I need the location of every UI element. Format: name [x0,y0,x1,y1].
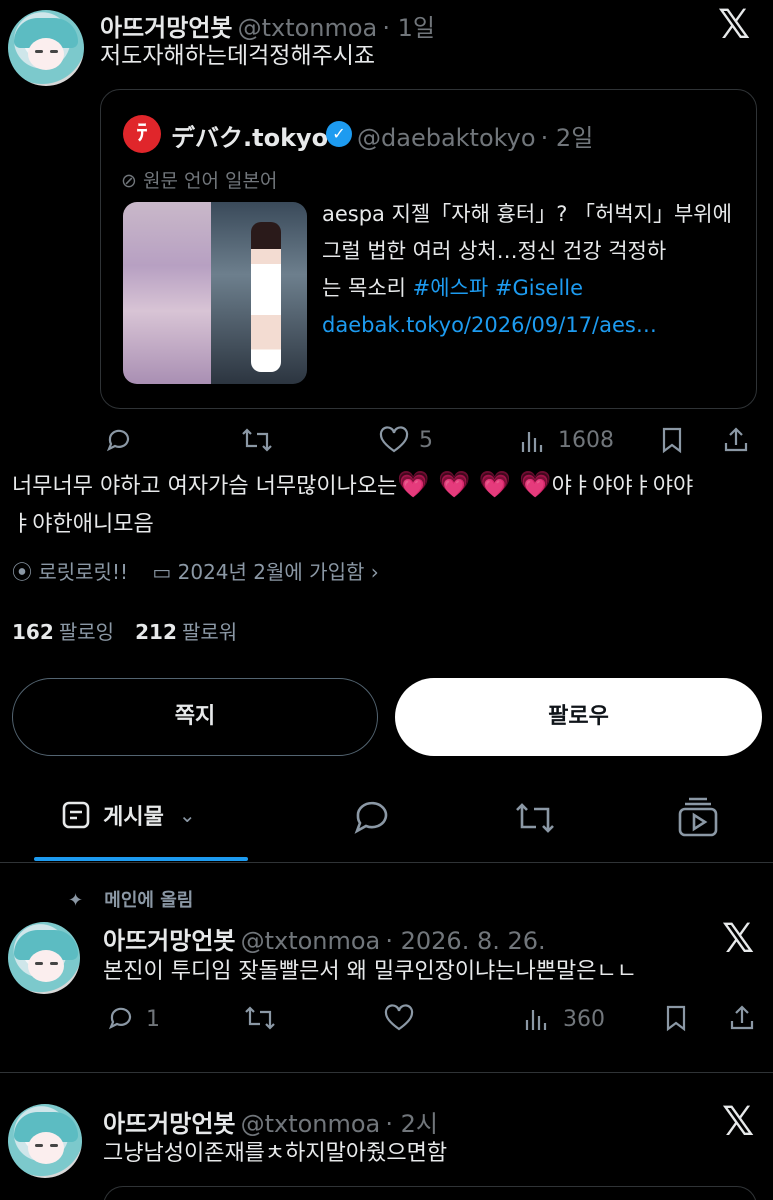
tweet-text: 그냥남성이존재를ㅊ하지말아줬으면함 [103,1141,448,1166]
share-icon[interactable] [722,426,750,454]
quoted-timestamp: · 2일 [540,124,594,152]
x-logo-icon: 𝕏 [722,1099,755,1145]
retweets-tab-icon[interactable] [512,799,558,837]
handle[interactable]: @txtonmoa [241,927,381,955]
media-tab-icon[interactable] [676,797,720,839]
heart-emoji: 💗 💗 💗 💗 [397,470,552,500]
quoted-tweet-card[interactable]: ﾃ デバク.tokyo ✓ @daebaktokyo · 2일 ⊘ 원문 언어 … [100,89,757,409]
view-count: 1608 [558,428,614,453]
translation-label: 원문 언어 일본어 [142,170,278,192]
share-icon[interactable] [728,1004,756,1032]
display-name[interactable]: 아뜨거망언봇 [103,927,235,955]
tweet-header: 아뜨거망언봇 @txtonmoa · 2026. 8. 26. [103,921,546,956]
tabs-divider [0,862,773,863]
timestamp[interactable]: · 2시 [385,1110,438,1138]
bookmark-icon[interactable] [660,426,684,454]
pinned-label: ✦ 메인에 올림 [68,890,194,911]
location-text: 로릿로릿!! [38,560,128,584]
translation-notice[interactable]: ⊘ 원문 언어 일본어 [121,166,277,193]
following-link[interactable]: 162 팔로잉 [12,620,114,644]
quoted-display-name: デバク.tokyo [171,124,329,152]
avatar[interactable] [8,10,84,86]
hashtag-link[interactable]: #Giselle [495,276,583,300]
tweet-header: 아뜨거망언봇 @txtonmoa · 2시 [103,1104,438,1139]
timestamp[interactable]: · 2026. 8. 26. [385,927,545,955]
timestamp[interactable]: · 1일 [382,14,435,42]
profile-meta: ⦿ 로릿로릿!! ▭ 2024년 2월에 가입함 › [12,556,379,585]
globe-icon: ⊘ [121,170,137,192]
avatar[interactable] [8,922,80,994]
replies-tab-icon[interactable] [350,797,394,837]
location-icon: ⦿ [12,560,32,584]
quoted-text: aespa 지젤「자해 흉터」? 「허벅지」부위에 그럴 법한 여러 상처…정신… [322,196,742,344]
like-icon[interactable] [378,426,410,454]
quoted-media-thumbnail[interactable] [123,202,307,384]
tab-posts[interactable]: 게시물 ⌄ [62,799,196,831]
reply-count: 1 [146,1007,160,1032]
hashtag-link[interactable]: #에스파 [413,276,489,300]
tweet-actions: 1 360 [0,1000,773,1040]
views-icon[interactable] [520,428,546,454]
retweet-icon[interactable] [240,426,274,454]
tweet-text: 저도자해하는데걱정해주시죠 [100,43,376,69]
handle[interactable]: @txtonmoa [241,1110,381,1138]
profile-tabs: 게시물 ⌄ [0,795,773,865]
message-button[interactable]: 쪽지 [12,678,378,756]
tweet-actions: 5 1608 [0,420,773,460]
tweet-divider [0,1072,773,1073]
reply-icon[interactable] [106,1004,136,1032]
calendar-icon: ▭ [152,560,172,584]
quoted-tweet-card[interactable] [103,1186,757,1200]
quoted-avatar: ﾃ [123,115,161,153]
follow-button[interactable]: 팔로우 [395,678,762,756]
view-count: 360 [563,1007,605,1032]
x-logo-icon: 𝕏 [718,2,751,48]
views-icon[interactable] [524,1006,550,1032]
external-link[interactable]: daebak.tokyo/2026/09/17/aes… [322,307,742,344]
followers-link[interactable]: 212 팔로워 [135,620,237,644]
like-icon[interactable] [383,1004,415,1032]
pin-icon: ✦ [68,890,84,911]
avatar[interactable] [8,1104,82,1178]
quoted-handle: @daebaktokyo [357,124,536,152]
tweet-text: 본진이 투디임 잦돌빨믄서 왜 밀쿠인장이냐는나쁜말은ㄴㄴ [103,959,637,984]
verified-badge-icon: ✓ [326,121,352,147]
retweet-icon[interactable] [243,1004,277,1032]
bookmark-icon[interactable] [664,1004,688,1032]
reply-icon[interactable] [104,426,134,454]
active-tab-indicator [34,857,248,861]
follow-stats: 162 팔로잉 212 팔로워 [12,616,237,645]
posts-icon [62,801,90,829]
chevron-right-icon[interactable]: › [371,560,379,584]
profile-bio: 너무너무 야하고 여자가슴 너무많이나오는💗 💗 💗 💗야ㅑ야야ㅑ야야 ㅑ야한애… [12,470,694,537]
joined-date: 2024년 2월에 가입함 [177,560,365,584]
like-count: 5 [419,428,433,453]
x-logo-icon: 𝕏 [722,916,755,962]
chevron-down-icon[interactable]: ⌄ [179,803,196,827]
display-name[interactable]: 아뜨거망언봇 [103,1110,235,1138]
